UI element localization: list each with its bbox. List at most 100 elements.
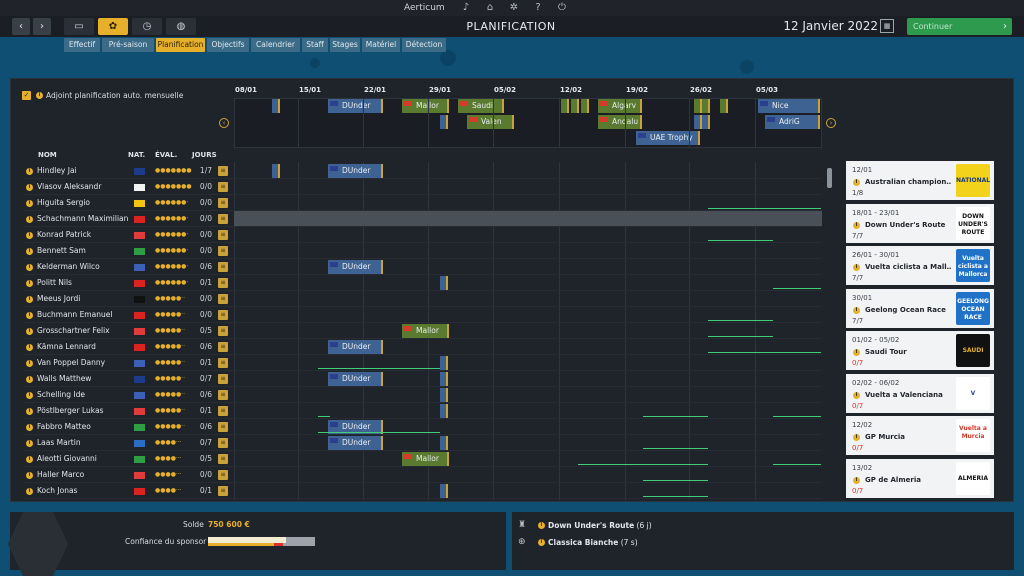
tab-6[interactable]: Stages (330, 38, 360, 52)
rider-row[interactable]: i Buchmann Emanuel ●●●●●·· 0/0 ≡ (24, 307, 232, 323)
back-button[interactable]: ‹ (12, 18, 30, 35)
rider-race-block[interactable] (440, 484, 448, 498)
rider-row[interactable]: i Politt Nils ●●●●●●· 0/1 ≡ (24, 275, 232, 291)
column-header-nat[interactable]: NAT. (128, 151, 145, 159)
schedule-race-block[interactable] (440, 115, 448, 129)
home-icon[interactable]: ⌂ (484, 2, 496, 14)
rider-plan-button[interactable]: ≡ (218, 454, 228, 464)
info-icon[interactable]: i (26, 200, 33, 207)
rider-plan-button[interactable]: ≡ (218, 422, 228, 432)
rider-race-block[interactable] (440, 436, 448, 450)
rider-row[interactable]: i Laas Martin ●●●●··· 0/7 ≡ (24, 435, 232, 451)
info-icon[interactable]: i (26, 184, 33, 191)
rider-race-block[interactable]: DUnder (328, 372, 383, 386)
rider-row[interactable]: i Van Poppel Danny ●●●●●·· 0/1 ≡ (24, 355, 232, 371)
schedule-race-block[interactable] (702, 99, 710, 113)
tab-2[interactable]: Planification (156, 38, 205, 52)
globe-mode-button[interactable]: ◍ (166, 18, 196, 35)
column-header-eval[interactable]: ÉVAL. (155, 151, 177, 159)
column-header-days[interactable]: JOURS (192, 151, 217, 159)
rider-plan-button[interactable]: ≡ (218, 374, 228, 384)
schedule-race-block[interactable] (720, 99, 728, 113)
column-header-name[interactable]: NOM (38, 151, 57, 159)
info-icon[interactable]: i (26, 360, 33, 367)
schedule-race-block[interactable] (702, 115, 710, 129)
race-card[interactable]: 26/01 - 30/01 i Vuelta ciclista a Mall… 7/7… (846, 246, 994, 285)
info-icon[interactable]: i (26, 216, 33, 223)
continue-button[interactable]: Continuer › (907, 18, 1012, 35)
info-icon[interactable]: i (26, 408, 33, 415)
rider-race-block[interactable] (440, 372, 448, 386)
info-icon[interactable]: i (26, 344, 33, 351)
schedule-race-block[interactable] (272, 99, 280, 113)
stopwatch-mode-button[interactable]: ◷ (132, 18, 162, 35)
info-icon[interactable]: i (26, 312, 33, 319)
calendar-icon[interactable]: ▦ (880, 19, 894, 33)
rider-race-block[interactable]: Mallor (402, 452, 449, 466)
schedule-race-block[interactable] (571, 99, 579, 113)
rider-plan-button[interactable]: ≡ (218, 438, 228, 448)
rider-race-block[interactable]: Mallor (402, 324, 449, 338)
schedule-race-block[interactable]: Algarv (598, 99, 642, 113)
race-card[interactable]: 13/02 i GP de Almeria 0/7 ALMERIA (846, 458, 994, 498)
rider-race-block[interactable] (440, 404, 448, 418)
rider-plan-button[interactable]: ≡ (218, 246, 228, 256)
schedule-race-block[interactable]: Mallor (402, 99, 449, 113)
rider-plan-button[interactable]: ≡ (218, 230, 228, 240)
rider-row[interactable]: i Konrad Patrick ●●●●●●· 0/0 ≡ (24, 227, 232, 243)
rider-row[interactable]: i Hindley Jai ●●●●●●● 1/7 ≡ (24, 163, 232, 179)
bell-icon[interactable]: ♪ (460, 2, 472, 14)
rider-row[interactable]: i Aleotti Giovanni ●●●●··· 0/5 ≡ (24, 451, 232, 467)
info-icon[interactable]: i (26, 296, 33, 303)
rider-row[interactable]: i Fabbro Matteo ●●●●●·· 0/6 ≡ (24, 419, 232, 435)
race-card[interactable]: 02/02 - 06/02 i Vuelta a Valenciana 0/7 V (846, 373, 994, 413)
info-icon[interactable]: i (26, 280, 33, 287)
info-icon[interactable]: i (26, 440, 33, 447)
schedule-race-block[interactable] (694, 115, 702, 129)
auto-plan-checkbox[interactable]: ✓ (22, 91, 31, 100)
tab-5[interactable]: Staff (302, 38, 328, 52)
info-icon[interactable]: i (26, 328, 33, 335)
rider-plan-button[interactable]: ≡ (218, 486, 228, 496)
info-icon[interactable]: i (26, 392, 33, 399)
rider-plan-button[interactable]: ≡ (218, 262, 228, 272)
forward-button[interactable]: › (33, 18, 51, 35)
briefcase-mode-button[interactable]: ▭ (64, 18, 94, 35)
rider-row[interactable]: i Higuita Sergio ●●●●●●· 0/0 ≡ (24, 195, 232, 211)
rider-row[interactable]: i Kelderman Wilco ●●●●●●· 0/6 ≡ (24, 259, 232, 275)
rider-plan-button[interactable]: ≡ (218, 214, 228, 224)
info-icon[interactable]: i (26, 264, 33, 271)
help-icon[interactable]: ? (532, 2, 544, 14)
schedule-race-block[interactable]: Nice (758, 99, 820, 113)
rider-row[interactable]: i Meeus Jordi ●●●●●·· 0/0 ≡ (24, 291, 232, 307)
rider-plan-button[interactable]: ≡ (218, 406, 228, 416)
rider-row[interactable]: i Bennett Sam ●●●●●●· 0/0 ≡ (24, 243, 232, 259)
race-card[interactable]: 01/02 - 05/02 i Saudi Tour0/7 SAUDI TOUR (846, 331, 994, 370)
tab-3[interactable]: Objectifs (207, 38, 249, 52)
rider-race-block[interactable] (272, 164, 280, 178)
info-icon[interactable]: i (26, 424, 33, 431)
rider-race-block[interactable]: DUnder (328, 340, 383, 354)
schedule-race-block[interactable] (694, 99, 702, 113)
schedule-race-block[interactable]: Valen (467, 115, 514, 129)
tab-4[interactable]: Calendrier (251, 38, 300, 52)
info-icon[interactable]: i (26, 248, 33, 255)
rider-race-block[interactable]: DUnder (328, 164, 383, 178)
race-card[interactable]: 18/01 - 23/01 i Down Under's Route 7/7 DOWN … (846, 203, 994, 243)
schedule-race-block[interactable]: AdriG (765, 115, 820, 129)
rider-race-block[interactable] (440, 388, 448, 402)
rider-race-block[interactable]: DUnder (328, 260, 383, 274)
schedule-race-block[interactable] (561, 99, 569, 113)
gear-icon[interactable]: ✲ (508, 2, 520, 14)
race-card[interactable]: 12/02 i GP Murcia 0/7 Vuelta a Murcia (846, 416, 994, 455)
race-card[interactable]: 30/01 i Geelong Ocean Race 7/7 GEELONG OCEAN… (846, 288, 994, 328)
timeline-prev-button[interactable]: ‹ (219, 118, 229, 128)
schedule-race-block[interactable]: Saudi (458, 99, 504, 113)
rider-row[interactable]: i Pöstlberger Lukas ●●●●●·· 0/1 ≡ (24, 403, 232, 419)
power-icon[interactable]: ⏻ (556, 2, 568, 14)
rider-plan-button[interactable]: ≡ (218, 278, 228, 288)
rider-plan-button[interactable]: ≡ (218, 294, 228, 304)
race-card[interactable]: 12/01 i Australian champion… 1/8 NATIONAL (846, 161, 994, 200)
schedule-race-block[interactable]: DUnder (328, 99, 383, 113)
rider-plan-button[interactable]: ≡ (218, 342, 228, 352)
